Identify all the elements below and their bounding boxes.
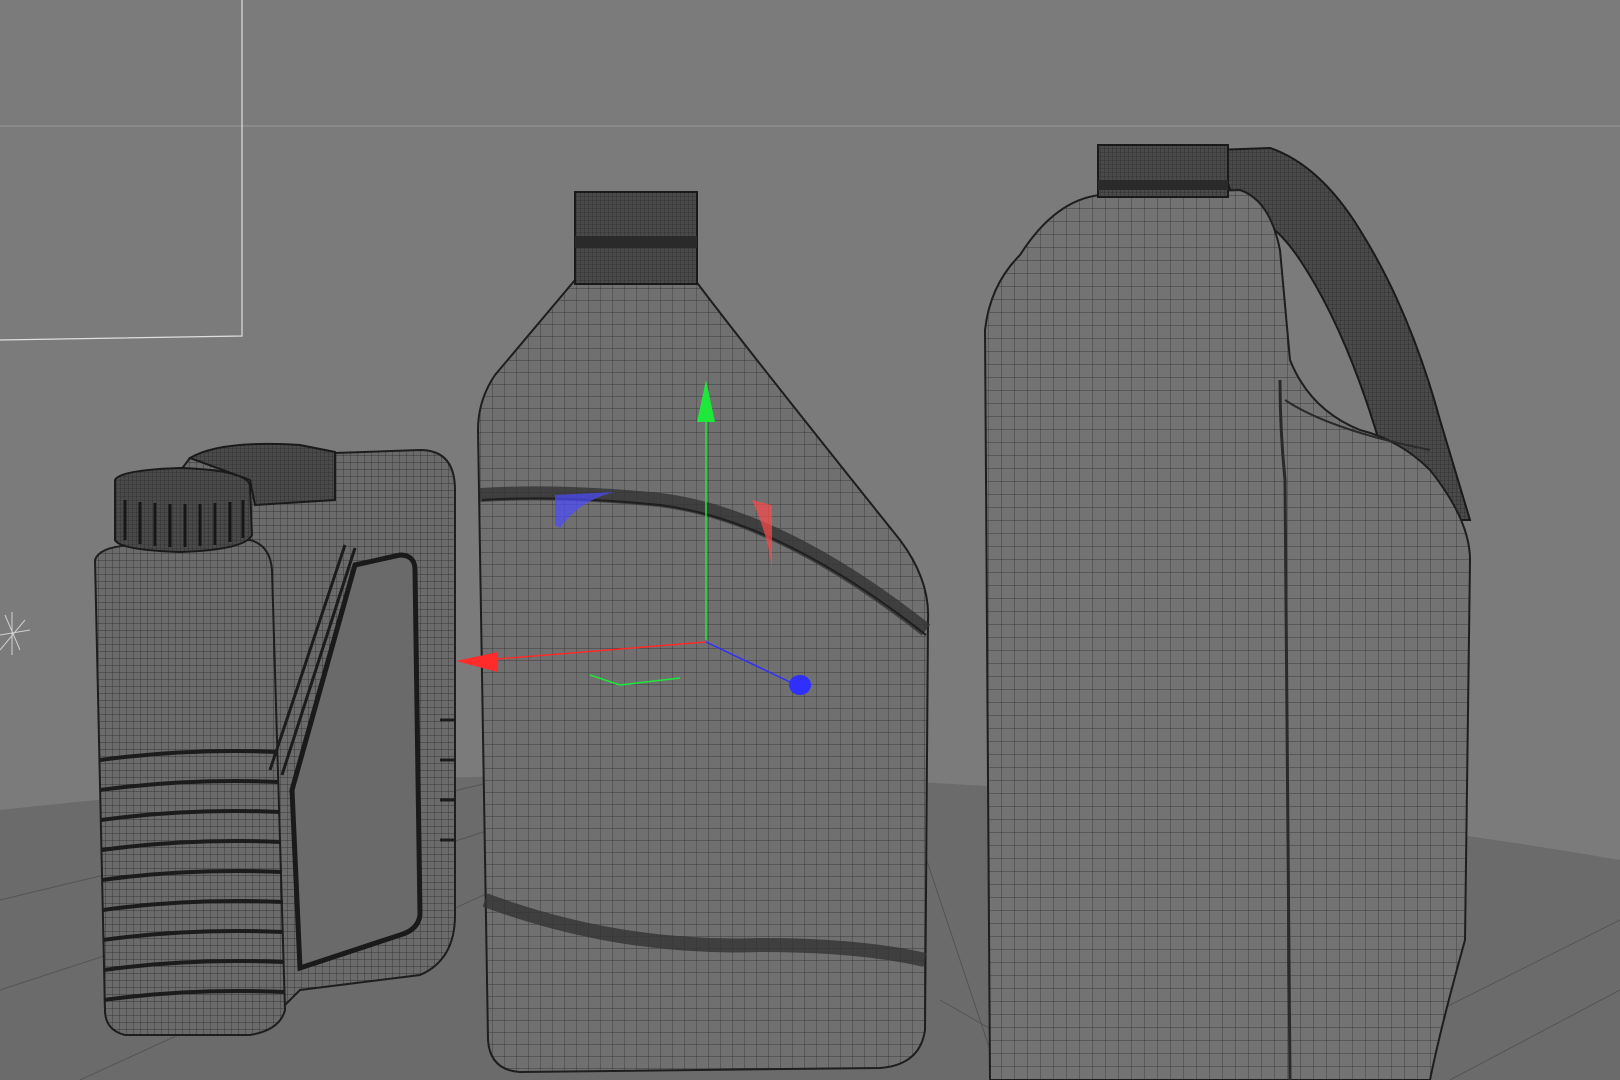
viewport-canvas[interactable] bbox=[0, 0, 1620, 1080]
gizmo-z-handle-icon[interactable] bbox=[789, 675, 811, 695]
small-oil-canister[interactable] bbox=[93, 442, 456, 1036]
3d-viewport[interactable] bbox=[0, 0, 1620, 1080]
